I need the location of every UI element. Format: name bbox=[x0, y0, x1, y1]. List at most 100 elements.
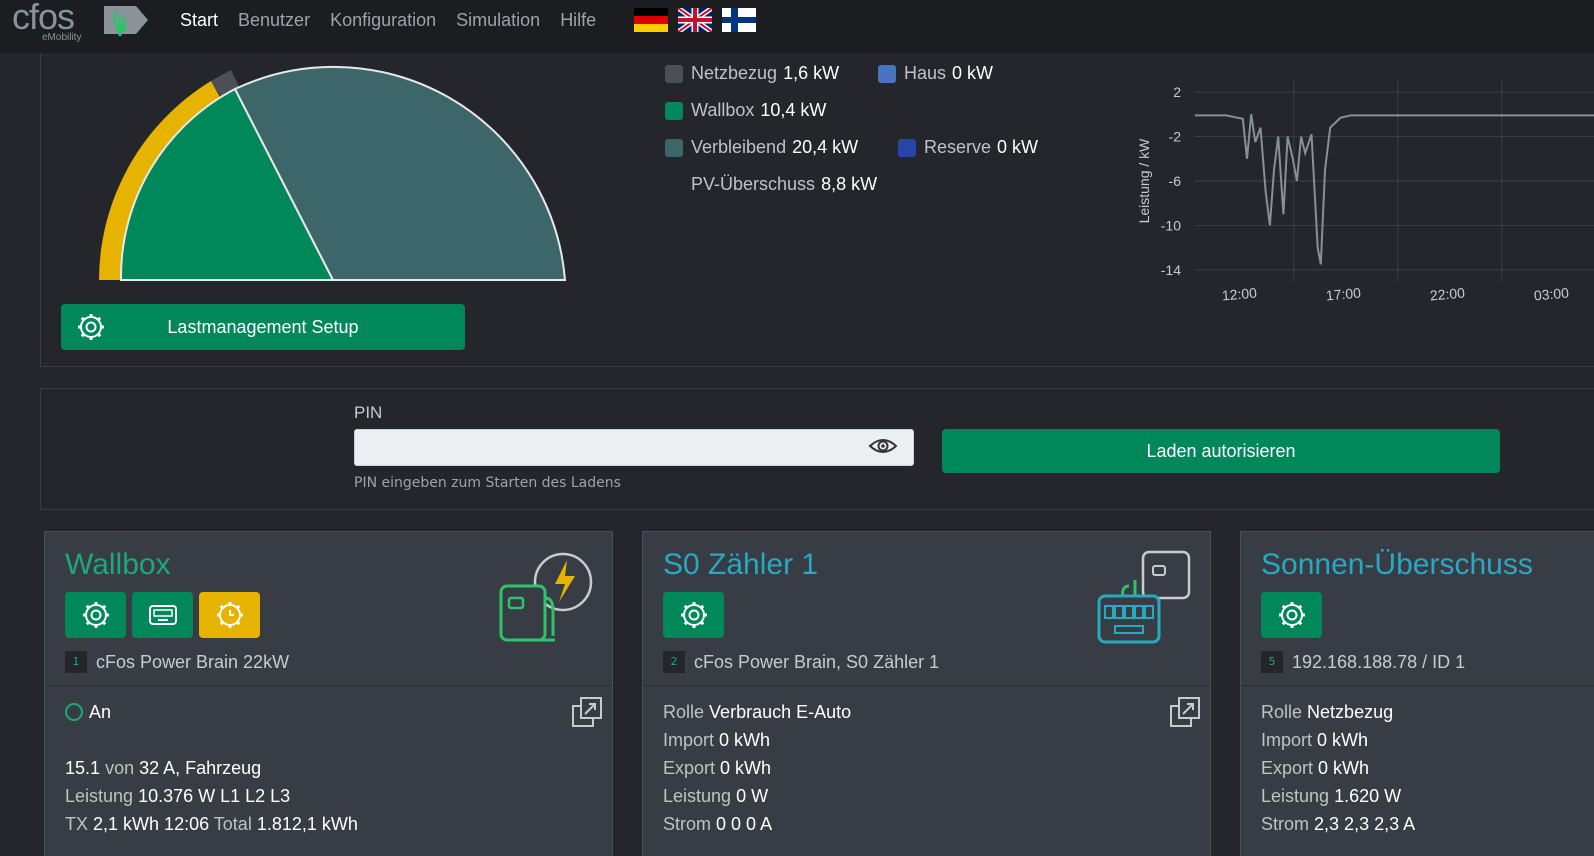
card-title: Wallbox bbox=[65, 548, 171, 581]
cfos-logo[interactable]: cfos eMobility bbox=[12, 0, 148, 48]
flag-uk-icon[interactable] bbox=[678, 8, 712, 32]
device-model: cFos Power Brain, S0 Zähler 1 bbox=[694, 651, 940, 672]
s0-meter-card: S0 Zähler 1 2 cFos Power Brain, S0 Zähle… bbox=[642, 531, 1211, 856]
card-header: S0 Zähler 1 2 cFos Power Brain, S0 Zähle… bbox=[643, 532, 1210, 686]
total-value: 1.812,1 kWh bbox=[256, 814, 358, 834]
row-value: 1.620 W bbox=[1334, 786, 1402, 806]
nav-simulation[interactable]: Simulation bbox=[456, 10, 540, 31]
row-value: 0 kWh bbox=[719, 730, 771, 750]
meter-button[interactable] bbox=[132, 592, 193, 638]
pin-input[interactable] bbox=[354, 429, 914, 466]
chart-ytick-label: 2 bbox=[1173, 84, 1181, 100]
row-value: 0 kWh bbox=[1318, 758, 1370, 778]
meter-row-export: Export 0 kWh bbox=[663, 754, 851, 782]
power-gauge bbox=[99, 65, 567, 281]
nav-hilfe[interactable]: Hilfe bbox=[560, 10, 596, 31]
nav-konfiguration[interactable]: Konfiguration bbox=[330, 10, 436, 31]
chart-ytick-label: -10 bbox=[1161, 217, 1181, 233]
card-subtitle: 1 cFos Power Brain 22kW bbox=[65, 651, 289, 673]
device-id-badge: 2 bbox=[663, 651, 685, 673]
row-label: Rolle bbox=[1261, 702, 1303, 722]
meter-device-icon bbox=[1097, 550, 1191, 644]
settings-button[interactable] bbox=[663, 592, 724, 638]
authorize-charging-button[interactable]: Laden autorisieren bbox=[942, 429, 1500, 473]
nav-benutzer[interactable]: Benutzer bbox=[238, 10, 310, 31]
row-label: Import bbox=[663, 730, 715, 750]
device-id-badge: 5 bbox=[1261, 651, 1283, 673]
settings-button[interactable] bbox=[65, 592, 126, 638]
device-address: 192.168.188.78 / ID 1 bbox=[1292, 651, 1466, 672]
nav-start[interactable]: Start bbox=[180, 10, 218, 31]
current-separator: von bbox=[105, 758, 135, 778]
card-subtitle: 2 cFos Power Brain, S0 Zähler 1 bbox=[663, 651, 939, 673]
row-label: Strom bbox=[663, 814, 712, 834]
legend-swatch bbox=[878, 64, 896, 83]
card-actions bbox=[65, 592, 260, 638]
card-subtitle: 5 192.168.188.78 / ID 1 bbox=[1261, 651, 1465, 673]
settings-button[interactable] bbox=[1261, 592, 1322, 638]
solar-surplus-card: Sonnen-Überschuss 5 192.168.188.78 / ID … bbox=[1240, 531, 1594, 856]
card-actions bbox=[1261, 592, 1322, 638]
chart-xtick-label: 03:00 bbox=[1533, 285, 1570, 304]
energy-row: TX 2,1 kWh 12:06 Total 1.812,1 kWh bbox=[65, 810, 358, 838]
chart-xtick-label: 12:00 bbox=[1221, 285, 1258, 304]
legend-value: 1,6 kW bbox=[783, 63, 840, 83]
chart-ytick-label: -14 bbox=[1161, 262, 1181, 278]
clock-gear-icon bbox=[216, 602, 243, 628]
row-value: Netzbezug bbox=[1307, 702, 1394, 722]
chart-ytick-label: -2 bbox=[1169, 129, 1182, 145]
meter-row-import: Import 0 kWh bbox=[1261, 726, 1415, 754]
row-value: 0 0 0 A bbox=[716, 814, 773, 834]
meter-row-strom: Strom 2,3 2,3 2,3 A bbox=[1261, 810, 1415, 838]
pin-panel: PIN PIN eingeben zum Starten des Ladens … bbox=[40, 388, 1594, 510]
tx-value: 2,1 kWh 12:06 bbox=[93, 814, 210, 834]
legend-verbleibend: Verbleibend 20,4 kW bbox=[665, 137, 858, 158]
gear-icon bbox=[680, 602, 707, 628]
card-actions bbox=[663, 592, 724, 638]
legend-value: 8,8 kW bbox=[821, 174, 878, 194]
legend-netzbezug: Netzbezug 1,6 kW bbox=[665, 63, 839, 84]
row-label: Leistung bbox=[663, 786, 732, 806]
legend-value: 0 kW bbox=[952, 63, 994, 83]
charging-schedule-button[interactable] bbox=[199, 592, 260, 638]
eye-icon[interactable] bbox=[868, 436, 898, 456]
legend-swatch bbox=[665, 101, 683, 120]
card-body: Rolle Netzbezug Import 0 kWh Export 0 kW… bbox=[1261, 698, 1415, 838]
row-value: 2,3 2,3 2,3 A bbox=[1314, 814, 1416, 834]
lastmanagement-setup-button[interactable]: Lastmanagement Setup bbox=[61, 304, 465, 350]
status-text: An bbox=[89, 702, 112, 722]
legend-label: Haus bbox=[904, 63, 947, 83]
setup-button-label: Lastmanagement Setup bbox=[167, 316, 359, 337]
meter-row-rolle: Rolle Verbrauch E-Auto bbox=[663, 698, 851, 726]
main-nav: Start Benutzer Konfiguration Simulation … bbox=[180, 10, 596, 31]
logo-subtitle: eMobility bbox=[42, 32, 82, 43]
current-max: 32 A, Fahrzeug bbox=[139, 758, 262, 778]
meter-icon bbox=[148, 605, 177, 625]
overview-panel: Lastmanagement Setup Netzbezug 1,6 kW Ha… bbox=[40, 20, 1594, 367]
legend-label: Verbleibend bbox=[691, 137, 787, 157]
external-link-icon[interactable] bbox=[571, 696, 603, 728]
card-title: Sonnen-Überschuss bbox=[1261, 548, 1533, 581]
power-label: Leistung bbox=[65, 786, 134, 806]
legend-haus: Haus 0 kW bbox=[878, 63, 993, 84]
flag-finland-icon[interactable] bbox=[722, 8, 756, 32]
row-label: Rolle bbox=[663, 702, 705, 722]
meter-row-leistung: Leistung 1.620 W bbox=[1261, 782, 1415, 810]
pin-help-text: PIN eingeben zum Starten des Ladens bbox=[354, 475, 621, 491]
flag-germany-icon[interactable] bbox=[634, 8, 668, 32]
plug-icon bbox=[104, 6, 148, 36]
current-row: 15.1 von 32 A, Fahrzeug bbox=[65, 754, 358, 782]
device-id-badge: 1 bbox=[65, 651, 87, 673]
status-row: An bbox=[65, 698, 358, 726]
power-row: Leistung 10.376 W L1 L2 L3 bbox=[65, 782, 358, 810]
row-value: Verbrauch E-Auto bbox=[709, 702, 852, 722]
row-label: Import bbox=[1261, 730, 1313, 750]
gear-icon bbox=[1278, 602, 1305, 628]
legend-value: 10,4 kW bbox=[760, 100, 827, 120]
legend-swatch bbox=[898, 138, 916, 157]
language-flags bbox=[634, 8, 756, 32]
external-link-icon[interactable] bbox=[1169, 696, 1201, 728]
legend-pv-ueberschuss: PV-Überschuss 8,8 kW bbox=[691, 174, 877, 195]
wallbox-charging-icon bbox=[499, 552, 593, 642]
legend-value: 20,4 kW bbox=[792, 137, 859, 157]
